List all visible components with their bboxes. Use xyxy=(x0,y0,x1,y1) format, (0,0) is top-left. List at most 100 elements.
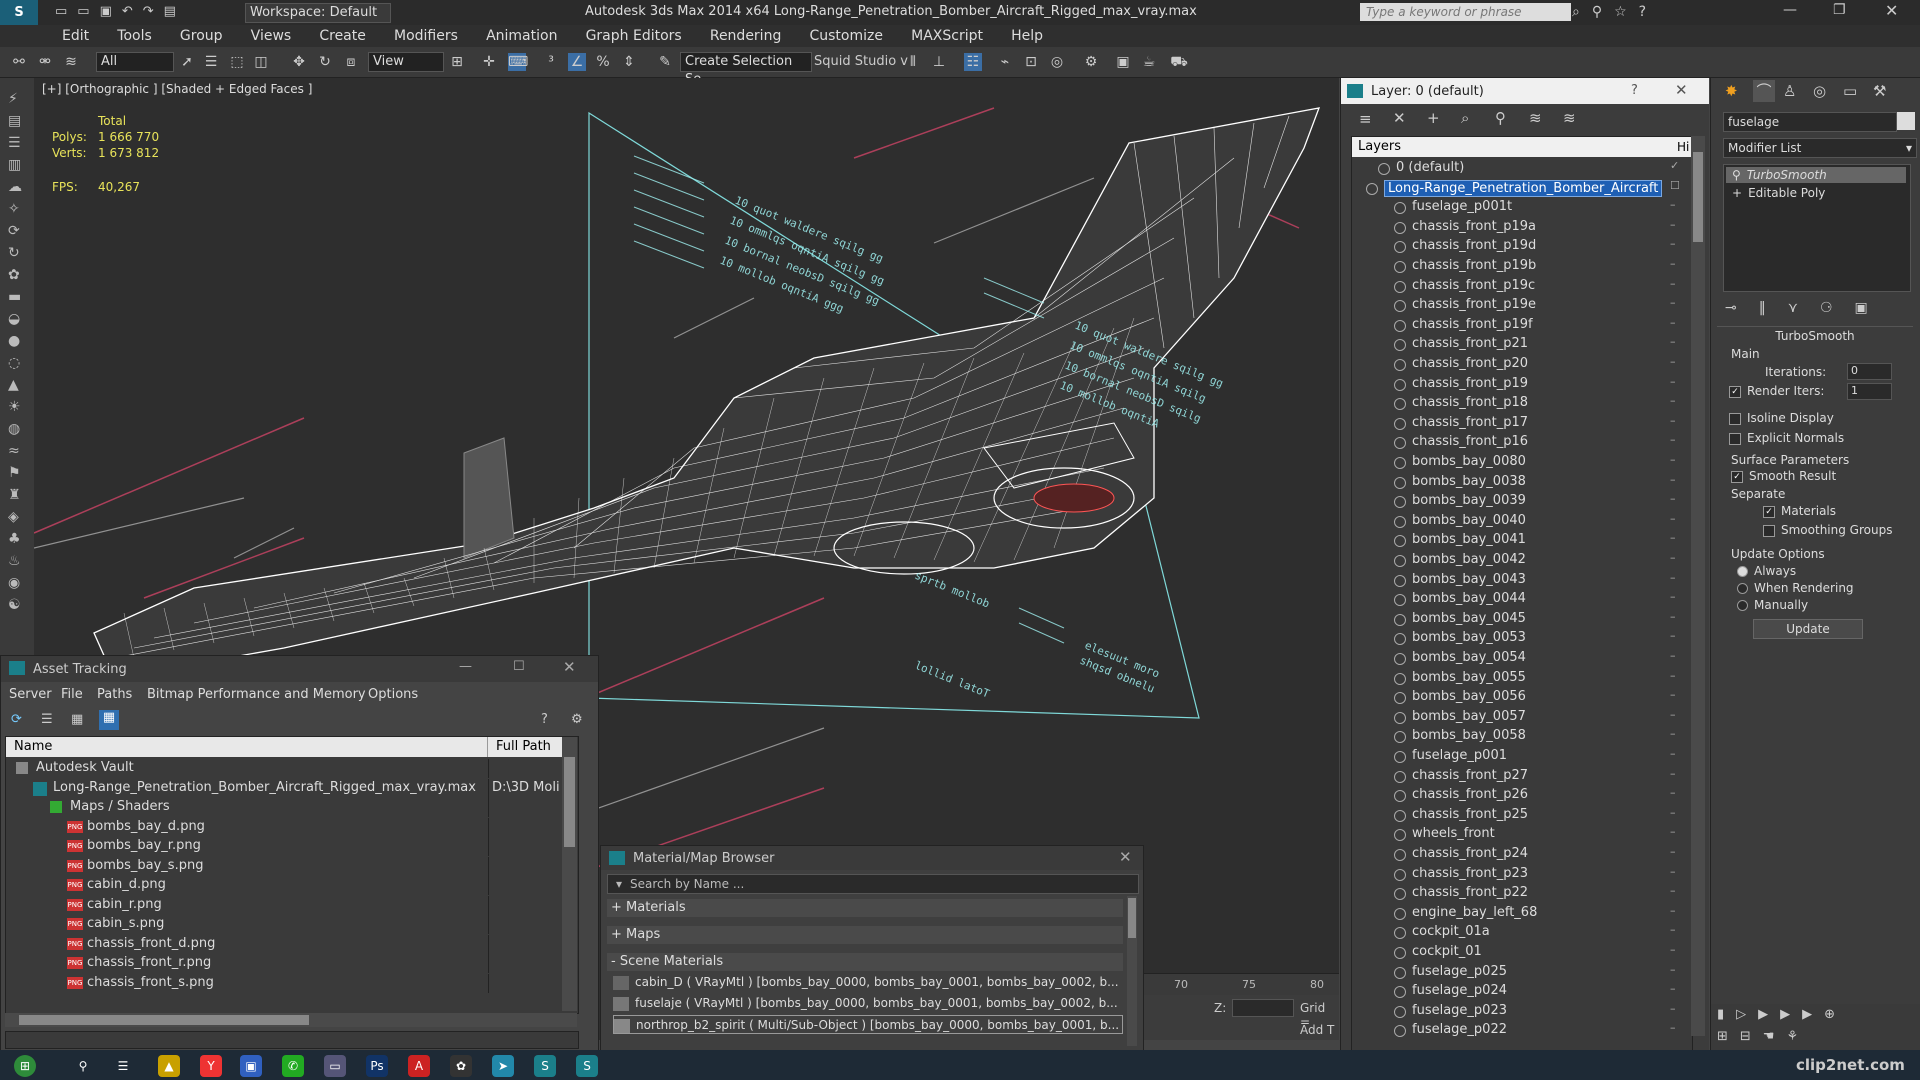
asset-hscroll[interactable] xyxy=(5,1013,577,1027)
visibility-icon[interactable]: – xyxy=(1670,708,1676,721)
menu-animation[interactable]: Animation xyxy=(474,25,569,44)
visibility-icon[interactable]: – xyxy=(1670,786,1676,799)
timeline-ruler[interactable]: 70 75 80 xyxy=(1144,973,1339,996)
utilities-tab-icon[interactable]: ⚒ xyxy=(1873,82,1886,100)
mat-group-scene[interactable]: - Scene Materials xyxy=(607,953,1123,971)
add-to-layer-icon[interactable]: + xyxy=(1427,109,1440,127)
layer-object-row[interactable]: bombs_bay_0040 – xyxy=(1352,512,1692,531)
rect-select-icon[interactable]: ⬚ xyxy=(228,53,246,71)
layer-object-row[interactable]: chassis_front_p19a – xyxy=(1352,218,1692,237)
asset-row[interactable]: PNG bombs_bay_r.png xyxy=(6,837,562,856)
layer-object-row[interactable]: cockpit_01a – xyxy=(1352,923,1692,942)
explicit-normals-checkbox[interactable] xyxy=(1729,432,1741,445)
visibility-icon[interactable]: – xyxy=(1670,433,1676,446)
visibility-icon[interactable]: – xyxy=(1670,865,1676,878)
always-row[interactable]: Always xyxy=(1737,564,1796,578)
asset-row[interactable]: PNG chassis_front_s.png xyxy=(6,973,562,993)
layer-object-row[interactable]: chassis_front_p19c – xyxy=(1352,277,1692,296)
isoline-row[interactable]: Isoline Display xyxy=(1729,411,1834,425)
asset-row[interactable]: PNG cabin_s.png xyxy=(6,915,562,934)
move-icon[interactable]: ✥ xyxy=(290,53,308,71)
layer-object-row[interactable]: bombs_bay_0056 – xyxy=(1352,688,1692,707)
acrobat-icon[interactable]: A xyxy=(408,1055,430,1077)
asset-minimize-button[interactable]: — xyxy=(459,659,472,674)
menu-group[interactable]: Group xyxy=(168,25,235,44)
layer-vscroll[interactable] xyxy=(1691,136,1705,1036)
stack-item-editable-poly[interactable]: + Editable Poly xyxy=(1726,185,1906,201)
expand-icon[interactable]: + xyxy=(1726,186,1748,200)
menu-rendering[interactable]: Rendering xyxy=(698,25,794,44)
playback-controls[interactable]: ▮▷▶▶▶⊕ ⊞⊟☚⚘ xyxy=(1711,1004,1920,1050)
render-icon[interactable]: ☕ xyxy=(1140,53,1158,71)
pivot-icon[interactable]: ⊞ xyxy=(448,53,466,71)
start-button[interactable]: ⊞ xyxy=(14,1055,36,1077)
3dsmax-taskbar-icon[interactable]: S xyxy=(534,1055,556,1077)
asset-row[interactable]: Autodesk Vault xyxy=(6,759,562,778)
layer-help-button[interactable]: ? xyxy=(1631,83,1638,98)
curve-editor-icon[interactable]: ⌁ xyxy=(996,53,1014,71)
media-app-icon[interactable]: ✿ xyxy=(450,1055,472,1077)
layer-object-row[interactable]: bombs_bay_0058 – xyxy=(1352,727,1692,746)
layer-object-row[interactable]: bombs_bay_0053 – xyxy=(1352,629,1692,648)
material-editor-icon[interactable]: ◎ xyxy=(1048,53,1066,71)
isoline-checkbox[interactable] xyxy=(1729,412,1741,425)
task-view-icon[interactable]: ☰ xyxy=(112,1055,134,1077)
hide-all-icon[interactable]: ≋ xyxy=(1529,109,1542,127)
layer-object-row[interactable]: chassis_front_p16 – xyxy=(1352,433,1692,452)
visibility-icon[interactable]: – xyxy=(1670,904,1676,917)
layer-object-row[interactable]: chassis_front_p18 – xyxy=(1352,394,1692,413)
layer-object-row[interactable]: chassis_front_p26 – xyxy=(1352,786,1692,805)
menu-create[interactable]: Create xyxy=(307,25,378,44)
col-name-header[interactable]: Name xyxy=(6,737,488,757)
when-rendering-row[interactable]: When Rendering xyxy=(1737,581,1854,595)
visibility-icon[interactable]: – xyxy=(1670,473,1676,486)
asset-maximize-button[interactable]: ☐ xyxy=(513,659,525,674)
visibility-icon[interactable]: – xyxy=(1670,688,1676,701)
visibility-icon[interactable]: – xyxy=(1670,296,1676,309)
layer-object-row[interactable]: chassis_front_p27 – xyxy=(1352,767,1692,786)
menu-customize[interactable]: Customize xyxy=(797,25,895,44)
asset-row[interactable]: PNG bombs_bay_d.png xyxy=(6,817,562,837)
menu-help[interactable]: Help xyxy=(999,25,1055,44)
select-in-layer-icon[interactable]: ⌕ xyxy=(1461,109,1469,127)
visibility-icon[interactable]: – xyxy=(1670,335,1676,348)
yandex-browser-icon[interactable]: Y xyxy=(200,1055,222,1077)
layer-close-button[interactable]: ✕ xyxy=(1675,81,1688,99)
delete-layer-icon[interactable]: ✕ xyxy=(1393,109,1406,127)
when-rendering-radio[interactable] xyxy=(1737,583,1748,594)
align-icon[interactable]: ⊥ xyxy=(930,53,948,71)
visibility-icon[interactable]: – xyxy=(1670,806,1676,819)
visibility-icon[interactable]: – xyxy=(1670,512,1676,525)
visibility-icon[interactable]: – xyxy=(1670,257,1676,270)
smooth-result-row[interactable]: ✓ Smooth Result xyxy=(1731,469,1836,483)
motion-tab-icon[interactable]: ◎ xyxy=(1813,82,1826,100)
asset-menu-server[interactable]: Server xyxy=(9,687,52,702)
mat-item-northrop[interactable]: northrop_b2_spirit ( Multi/Sub-Object ) … xyxy=(613,1015,1123,1034)
mat-vscroll[interactable] xyxy=(1127,896,1137,1046)
object-name-field[interactable]: fuselage xyxy=(1723,112,1897,132)
visibility-icon[interactable]: – xyxy=(1670,237,1676,250)
layer-object-row[interactable]: chassis_front_p22 – xyxy=(1352,884,1692,903)
visibility-icon[interactable]: – xyxy=(1670,355,1676,368)
layer-object-row[interactable]: chassis_front_p19 – xyxy=(1352,375,1692,394)
layer-object-row[interactable]: chassis_front_p24 – xyxy=(1352,845,1692,864)
asset-row[interactable]: PNG chassis_front_d.png xyxy=(6,934,562,954)
visibility-icon[interactable]: – xyxy=(1670,453,1676,466)
restore-button[interactable]: ❐ xyxy=(1833,2,1846,18)
col-path-header[interactable]: Full Path xyxy=(488,737,562,757)
layer-object-row[interactable]: chassis_front_p19e – xyxy=(1352,296,1692,315)
squid-studio-label[interactable]: Squid Studio v xyxy=(814,54,908,69)
asset-menu-file[interactable]: File xyxy=(61,687,83,702)
visibility-icon[interactable]: – xyxy=(1670,923,1676,936)
layer-object-row[interactable]: bombs_bay_0043 – xyxy=(1352,571,1692,590)
add-time-tag[interactable]: Add T xyxy=(1300,1023,1334,1037)
rendered-frame-icon[interactable]: ▣ xyxy=(1114,53,1132,71)
materials-row[interactable]: ✓ Materials xyxy=(1763,504,1836,518)
layer-object-row[interactable]: fuselage_p001t – xyxy=(1352,198,1692,217)
asset-row[interactable]: PNG bombs_bay_s.png xyxy=(6,856,562,876)
selection-filter-dropdown[interactable]: All xyxy=(96,52,174,72)
modify-tab-icon[interactable]: ⌒ xyxy=(1753,80,1775,102)
layer-object-row[interactable]: fuselage_p022 – xyxy=(1352,1021,1692,1040)
manually-row[interactable]: Manually xyxy=(1737,598,1808,612)
layer-object-row[interactable]: chassis_front_p19b – xyxy=(1352,257,1692,276)
